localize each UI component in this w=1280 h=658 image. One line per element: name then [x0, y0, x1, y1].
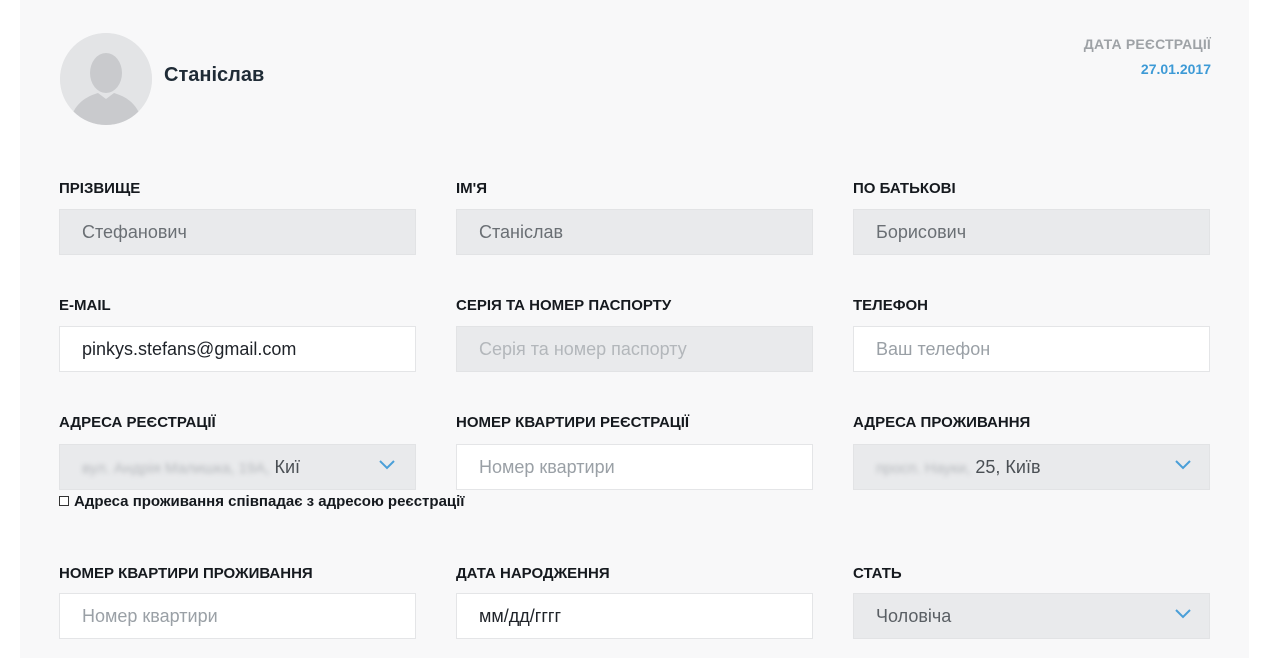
live-address-visible-text: 25, Київ [975, 457, 1041, 477]
reg-address-label: АДРЕСА РЕЄСТРАЦІЇ [59, 414, 216, 431]
live-address-select[interactable]: просп. Науки, 25, Київ [853, 444, 1210, 490]
surname-value: Стефанович [82, 222, 187, 242]
user-silhouette-icon [60, 33, 152, 125]
phone-placeholder: Ваш телефон [876, 339, 991, 359]
patronymic-value: Борисович [876, 222, 967, 242]
birth-date-value: мм/дд/гггг [479, 606, 562, 626]
same-address-checkbox-label: Адреса проживання співпадає з адресою ре… [74, 493, 465, 510]
surname-label: ПРІЗВИЩЕ [59, 180, 141, 197]
reg-address-blurred-text: вул. Андрія Малишка, 19А, [82, 460, 270, 477]
avatar[interactable] [60, 33, 152, 125]
patronymic-label: ПО БАТЬКОВІ [853, 180, 956, 197]
first-name-label: ІМ'Я [456, 180, 488, 197]
surname-field: Стефанович [59, 209, 416, 255]
reg-apartment-label: НОМЕР КВАРТИРИ РЕЄСТРАЦІЇ [456, 414, 690, 431]
reg-apartment-field[interactable]: Номер квартири [456, 444, 813, 490]
reg-address-select[interactable]: вул. Андрія Малишка, 19А, Киї [59, 444, 416, 490]
live-address-blurred-text: просп. Науки, [876, 460, 971, 477]
email-field[interactable]: pinkys.stefans@gmail.com [59, 326, 416, 372]
profile-card: Станіслав ДАТА РЕЄСТРАЦІЇ 27.01.2017 ПРІ… [20, 0, 1249, 658]
gender-select[interactable]: Чоловіча [853, 593, 1210, 639]
phone-field[interactable]: Ваш телефон [853, 326, 1210, 372]
live-apartment-placeholder: Номер квартири [82, 606, 218, 626]
registration-date-value: 27.01.2017 [1140, 61, 1211, 77]
passport-placeholder: Серія та номер паспорту [479, 339, 687, 359]
registration-date-label: ДАТА РЕЄСТРАЦІЇ [1083, 36, 1211, 52]
same-address-checkbox-row[interactable]: Адреса проживання співпадає з адресою ре… [59, 493, 465, 510]
passport-label: СЕРІЯ ТА НОМЕР ПАСПОРТУ [456, 297, 672, 314]
birth-date-label: ДАТА НАРОДЖЕННЯ [456, 565, 610, 582]
live-apartment-field[interactable]: Номер квартири [59, 593, 416, 639]
phone-label: ТЕЛЕФОН [853, 297, 928, 314]
chevron-down-icon [1175, 609, 1191, 619]
first-name-value: Станіслав [479, 222, 564, 242]
reg-address-visible-text: Киї [274, 457, 301, 477]
patronymic-field: Борисович [853, 209, 1210, 255]
same-address-checkbox[interactable] [59, 496, 69, 507]
first-name-field: Станіслав [456, 209, 813, 255]
live-address-label: АДРЕСА ПРОЖИВАННЯ [853, 414, 1031, 431]
chevron-down-icon [379, 460, 395, 470]
live-apartment-label: НОМЕР КВАРТИРИ ПРОЖИВАННЯ [59, 565, 313, 582]
passport-field: Серія та номер паспорту [456, 326, 813, 372]
gender-label: СТАТЬ [853, 565, 902, 582]
birth-date-field[interactable]: мм/дд/гггг [456, 593, 813, 639]
user-name: Станіслав [164, 64, 265, 86]
gender-value: Чоловіча [876, 606, 952, 626]
email-value: pinkys.stefans@gmail.com [82, 339, 297, 359]
email-label: E-MAIL [59, 297, 111, 314]
reg-apartment-placeholder: Номер квартири [479, 457, 615, 477]
chevron-down-icon [1175, 460, 1191, 470]
